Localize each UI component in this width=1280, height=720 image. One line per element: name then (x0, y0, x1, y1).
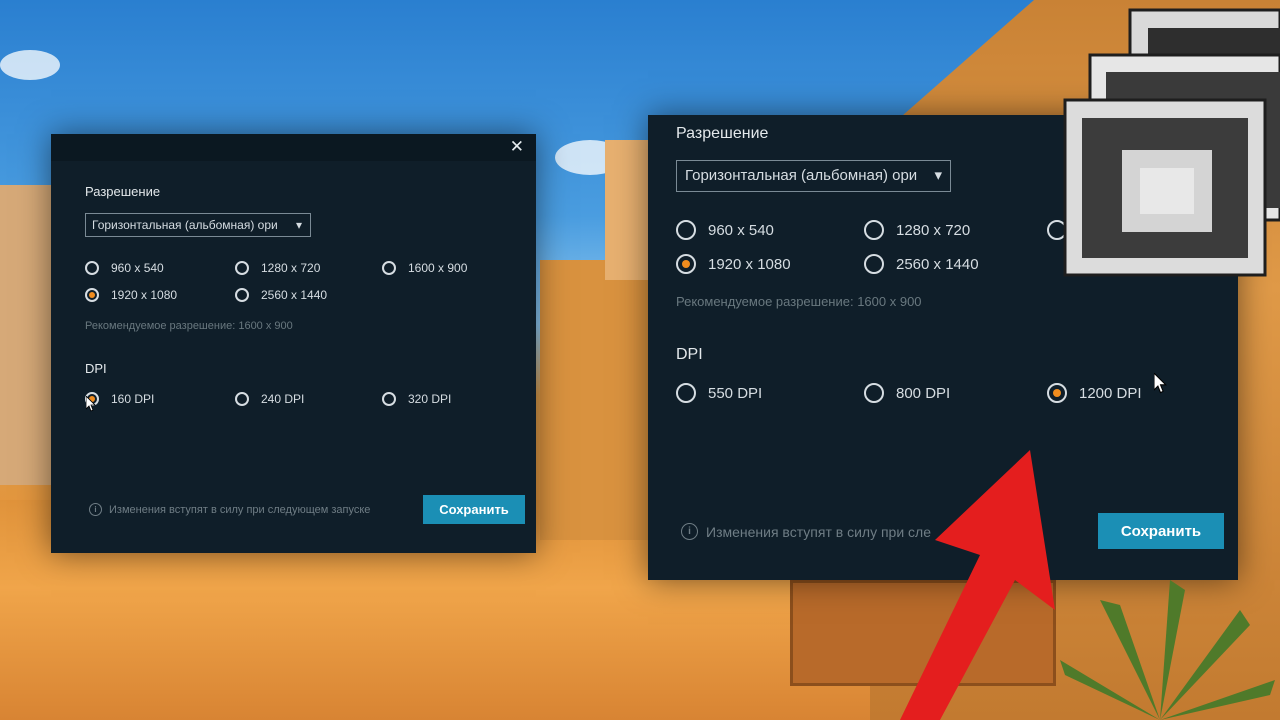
building-tower (605, 140, 650, 280)
radio-button-selected[interactable] (85, 288, 99, 302)
resolution-label: Разрешение (85, 184, 161, 199)
radio-button[interactable] (235, 392, 249, 406)
resolution-option-1600x900[interactable]: 1600 x 900 (382, 261, 467, 275)
resolution-option-960x540[interactable]: 960 x 540 (85, 261, 164, 275)
radio-button[interactable] (382, 261, 396, 275)
radio-button[interactable] (382, 392, 396, 406)
settings-dialog-small: ✕ Разрешение Горизонтальная (альбомная) … (51, 134, 536, 553)
option-label: 1920 x 1080 (708, 255, 791, 273)
dpi-option-800[interactable]: 800 DPI (864, 383, 950, 403)
dpi-option-320[interactable]: 320 DPI (382, 392, 451, 406)
radio-button[interactable] (864, 254, 884, 274)
building-wall (540, 260, 650, 540)
dpi-option-1200[interactable]: 1200 DPI (1047, 383, 1142, 403)
building-wall (0, 185, 52, 485)
info-icon: i (681, 523, 698, 540)
orientation-value: Горизонтальная (альбомная) ори (92, 218, 278, 232)
option-label: 2560 x 1440 (896, 255, 979, 273)
recommended-resolution-hint: Рекомендуемое разрешение: 1600 x 900 (676, 294, 922, 309)
option-label: 240 DPI (261, 392, 305, 406)
radio-button[interactable] (676, 220, 696, 240)
recommended-resolution-hint: Рекомендуемое разрешение: 1600 x 900 (85, 320, 293, 332)
option-label: 1600 x 900 (408, 261, 468, 275)
orientation-dropdown[interactable]: Горизонтальная (альбомная) ори ▾ (676, 160, 951, 192)
radio-button-selected[interactable] (676, 254, 696, 274)
radio-button[interactable] (864, 220, 884, 240)
orientation-dropdown[interactable]: Горизонтальная (альбомная) ори ▾ (85, 213, 311, 237)
resolution-label: Разрешение (676, 125, 769, 142)
orientation-value: Горизонтальная (альбомная) ори (685, 167, 918, 184)
dpi-label: DPI (676, 346, 703, 363)
mouse-cursor-icon (86, 396, 96, 412)
restart-note: i Изменения вступят в силу при следующем… (89, 503, 370, 516)
caret-down-icon: ▾ (934, 167, 942, 184)
radio-button[interactable] (235, 288, 249, 302)
option-label: 1920 x 1080 (111, 288, 178, 302)
option-label: 550 DPI (708, 384, 763, 402)
palm-plant (1060, 580, 1275, 720)
radio-button[interactable] (864, 383, 884, 403)
option-label: 1200 DPI (1079, 384, 1142, 402)
resolution-option-1280x720[interactable]: 1280 x 720 (235, 261, 320, 275)
mouse-cursor-icon (1154, 373, 1167, 394)
dpi-option-550[interactable]: 550 DPI (676, 383, 762, 403)
option-label: 2560 x 1440 (261, 288, 328, 302)
close-icon[interactable]: ✕ (510, 137, 524, 157)
restart-note-text: Изменения вступят в силу при следующем з… (109, 503, 371, 516)
resolution-option-2560x1440[interactable]: 2560 x 1440 (235, 288, 327, 302)
resolution-option-2560x1440[interactable]: 2560 x 1440 (864, 254, 979, 274)
resolution-option-1280x720[interactable]: 1280 x 720 (864, 220, 970, 240)
caret-down-icon: ▾ (295, 218, 302, 232)
cloud (0, 50, 60, 80)
dpi-option-240[interactable]: 240 DPI (235, 392, 304, 406)
option-label: 960 x 540 (708, 221, 774, 239)
option-label: 800 DPI (896, 384, 951, 402)
save-button[interactable]: Сохранить (423, 495, 525, 524)
resolution-option-960x540[interactable]: 960 x 540 (676, 220, 774, 240)
option-label: 1280 x 720 (261, 261, 321, 275)
info-icon: i (89, 503, 102, 516)
resolution-option-1920x1080[interactable]: 1920 x 1080 (676, 254, 791, 274)
resolution-option-1920x1080[interactable]: 1920 x 1080 (85, 288, 177, 302)
radio-button[interactable] (85, 261, 99, 275)
option-label: 960 x 540 (111, 261, 164, 275)
dpi-label: DPI (85, 361, 107, 376)
radio-button-selected[interactable] (1047, 383, 1067, 403)
option-label: 320 DPI (408, 392, 452, 406)
radio-button[interactable] (235, 261, 249, 275)
save-button[interactable]: Сохранить (1098, 513, 1224, 549)
option-label: 1280 x 720 (896, 221, 971, 239)
dialog-titlebar: ✕ (51, 134, 536, 161)
window-stack-icon (1063, 8, 1280, 277)
radio-button[interactable] (676, 383, 696, 403)
option-label: 160 DPI (111, 392, 155, 406)
